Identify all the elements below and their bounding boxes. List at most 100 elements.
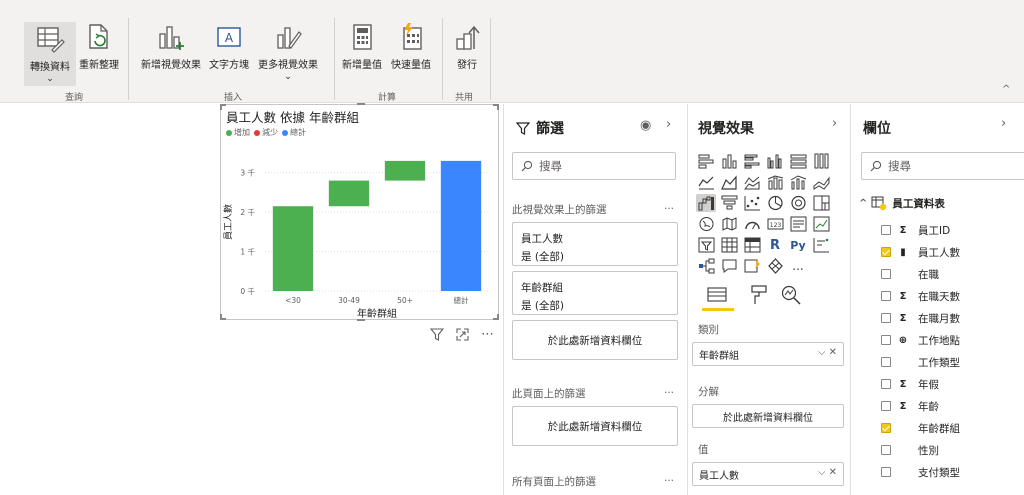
kpi-icon[interactable] xyxy=(811,215,831,233)
fields-search-input[interactable]: 搜尋 xyxy=(861,152,1024,180)
line-stacked-column-icon[interactable] xyxy=(765,173,785,191)
multi-row-card-icon[interactable] xyxy=(788,215,808,233)
field-item[interactable]: Σ 在職月數 xyxy=(881,310,960,326)
collapse-icon[interactable]: ^ xyxy=(859,198,867,209)
stacked-area-icon[interactable] xyxy=(742,173,762,191)
category-well[interactable]: 年齡群組 ⌵ ✕ xyxy=(692,342,844,366)
chevron-right-icon[interactable]: › xyxy=(666,117,671,132)
new-measure-button[interactable]: 新增量值 xyxy=(338,22,386,71)
chevron-right-icon[interactable]: › xyxy=(832,116,837,131)
well-controls-icon[interactable]: ⌵ ✕ xyxy=(818,347,837,358)
scatter-chart-icon[interactable] xyxy=(742,194,762,212)
table-node[interactable]: ^ 員工資料表 xyxy=(859,194,945,212)
decomposition-tree-icon[interactable] xyxy=(696,257,716,275)
transform-data-button[interactable]: 轉換資料 ⌄ xyxy=(24,22,76,86)
focus-mode-icon[interactable] xyxy=(456,328,469,341)
pie-chart-icon[interactable] xyxy=(765,194,785,212)
format-paint-icon[interactable] xyxy=(748,284,770,310)
area-chart-icon[interactable] xyxy=(719,173,739,191)
filter-icon[interactable] xyxy=(430,328,444,341)
field-item[interactable]: ▮ 員工人數 xyxy=(881,244,960,260)
field-item[interactable]: 性別 xyxy=(881,442,939,458)
well-controls-icon[interactable]: ⌵ ✕ xyxy=(818,467,837,478)
table-icon[interactable] xyxy=(719,236,739,254)
page-filter-drop-zone[interactable]: 於此處新增資料欄位 xyxy=(512,406,678,446)
ribbon-chart-icon[interactable] xyxy=(811,173,831,191)
gauge-icon[interactable] xyxy=(742,215,762,233)
key-influencers-icon[interactable] xyxy=(811,236,831,254)
field-checkbox[interactable] xyxy=(881,423,891,433)
smart-narrative-icon[interactable] xyxy=(742,257,762,275)
breakdown-well[interactable]: 於此處新增資料欄位 xyxy=(692,404,844,428)
sigma-icon: Σ xyxy=(899,400,907,412)
analytics-icon[interactable] xyxy=(780,284,802,310)
fields-tab-icon[interactable] xyxy=(706,286,728,308)
field-item[interactable]: 支付類型 xyxy=(881,464,960,480)
publish-button[interactable]: 發行 xyxy=(452,22,482,71)
textbox-button[interactable]: A 文字方塊 xyxy=(206,22,252,71)
field-checkbox[interactable] xyxy=(881,357,891,367)
full-stacked-column-icon[interactable] xyxy=(811,152,831,170)
visual-filter-drop-zone[interactable]: 於此處新增資料欄位 xyxy=(512,320,678,360)
qa-icon[interactable] xyxy=(719,257,739,275)
more-options-icon[interactable]: ... xyxy=(664,384,674,396)
field-checkbox[interactable] xyxy=(881,379,891,389)
filter-card-employee-count[interactable]: 員工人數 是 (全部) xyxy=(512,222,678,266)
field-item[interactable]: Σ 年假 xyxy=(881,376,939,392)
line-clustered-column-icon[interactable] xyxy=(788,173,808,191)
filter-card-age-group[interactable]: 年齡群組 是 (全部) xyxy=(512,271,678,315)
field-checkbox[interactable] xyxy=(881,269,891,279)
more-options-icon[interactable]: ... xyxy=(664,472,674,484)
more-visuals-icon[interactable]: ... xyxy=(788,257,808,275)
field-item[interactable]: 在職 xyxy=(881,266,939,282)
field-item[interactable]: Σ 年齡 xyxy=(881,398,939,414)
filters-search-input[interactable]: 搜尋 xyxy=(512,152,676,180)
collapse-ribbon-icon[interactable]: ^ xyxy=(1002,84,1010,95)
clustered-column-icon[interactable] xyxy=(765,152,785,170)
diamond-shape-icon[interactable] xyxy=(765,257,785,275)
python-visual-icon[interactable]: Py xyxy=(788,236,808,254)
funnel-icon[interactable] xyxy=(719,194,739,212)
map-icon[interactable] xyxy=(696,215,716,233)
resize-handle[interactable] xyxy=(357,319,365,321)
field-checkbox[interactable] xyxy=(881,225,891,235)
clustered-bar-icon[interactable] xyxy=(742,152,762,170)
field-checkbox[interactable] xyxy=(881,247,891,257)
field-checkbox[interactable] xyxy=(881,401,891,411)
full-stacked-bar-icon[interactable] xyxy=(788,152,808,170)
field-checkbox[interactable] xyxy=(881,313,891,323)
matrix-icon[interactable] xyxy=(742,236,762,254)
field-label: 工作類型 xyxy=(918,356,960,369)
field-item[interactable]: 工作類型 xyxy=(881,354,960,370)
field-item[interactable]: ⊕ 工作地點 xyxy=(881,332,960,348)
filled-map-icon[interactable] xyxy=(719,215,739,233)
field-item[interactable]: Σ 員工ID xyxy=(881,222,950,238)
more-options-icon[interactable]: ... xyxy=(664,200,674,212)
stacked-column-icon[interactable] xyxy=(719,152,739,170)
field-checkbox[interactable] xyxy=(881,467,891,477)
more-options-icon[interactable]: ⋯ xyxy=(481,327,495,342)
more-visuals-button[interactable]: 更多視覺效果 ⌄ xyxy=(252,22,324,82)
donut-chart-icon[interactable] xyxy=(788,194,808,212)
new-visual-button[interactable]: 新增視覺效果 xyxy=(136,22,206,71)
waterfall-chart-icon[interactable] xyxy=(696,194,716,212)
r-script-icon[interactable]: R xyxy=(765,236,785,254)
field-checkbox[interactable] xyxy=(881,335,891,345)
refresh-button[interactable]: 重新整理 xyxy=(76,22,122,71)
ribbon-divider xyxy=(490,18,491,100)
values-well[interactable]: 員工人數 ⌵ ✕ xyxy=(692,462,844,486)
field-item[interactable]: Σ 在職天數 xyxy=(881,288,960,304)
field-checkbox[interactable] xyxy=(881,445,891,455)
field-item[interactable]: 年齡群組 xyxy=(881,420,960,436)
quick-measure-button[interactable]: 快速量值 xyxy=(386,22,436,71)
field-checkbox[interactable] xyxy=(881,291,891,301)
stacked-bar-icon[interactable] xyxy=(696,152,716,170)
treemap-icon[interactable] xyxy=(811,194,831,212)
chevron-right-icon[interactable]: › xyxy=(1001,116,1006,131)
slicer-icon[interactable] xyxy=(696,236,716,254)
card-icon[interactable]: 123 xyxy=(765,215,785,233)
publish-icon xyxy=(456,25,480,50)
eye-icon[interactable]: ◉ xyxy=(640,118,651,133)
line-chart-icon[interactable] xyxy=(696,173,716,191)
waterfall-visual[interactable]: 員工人數 依據 年齡群組 增加 減少 總計 0 千1 千2 千3 千 <30 30-… xyxy=(220,103,499,321)
